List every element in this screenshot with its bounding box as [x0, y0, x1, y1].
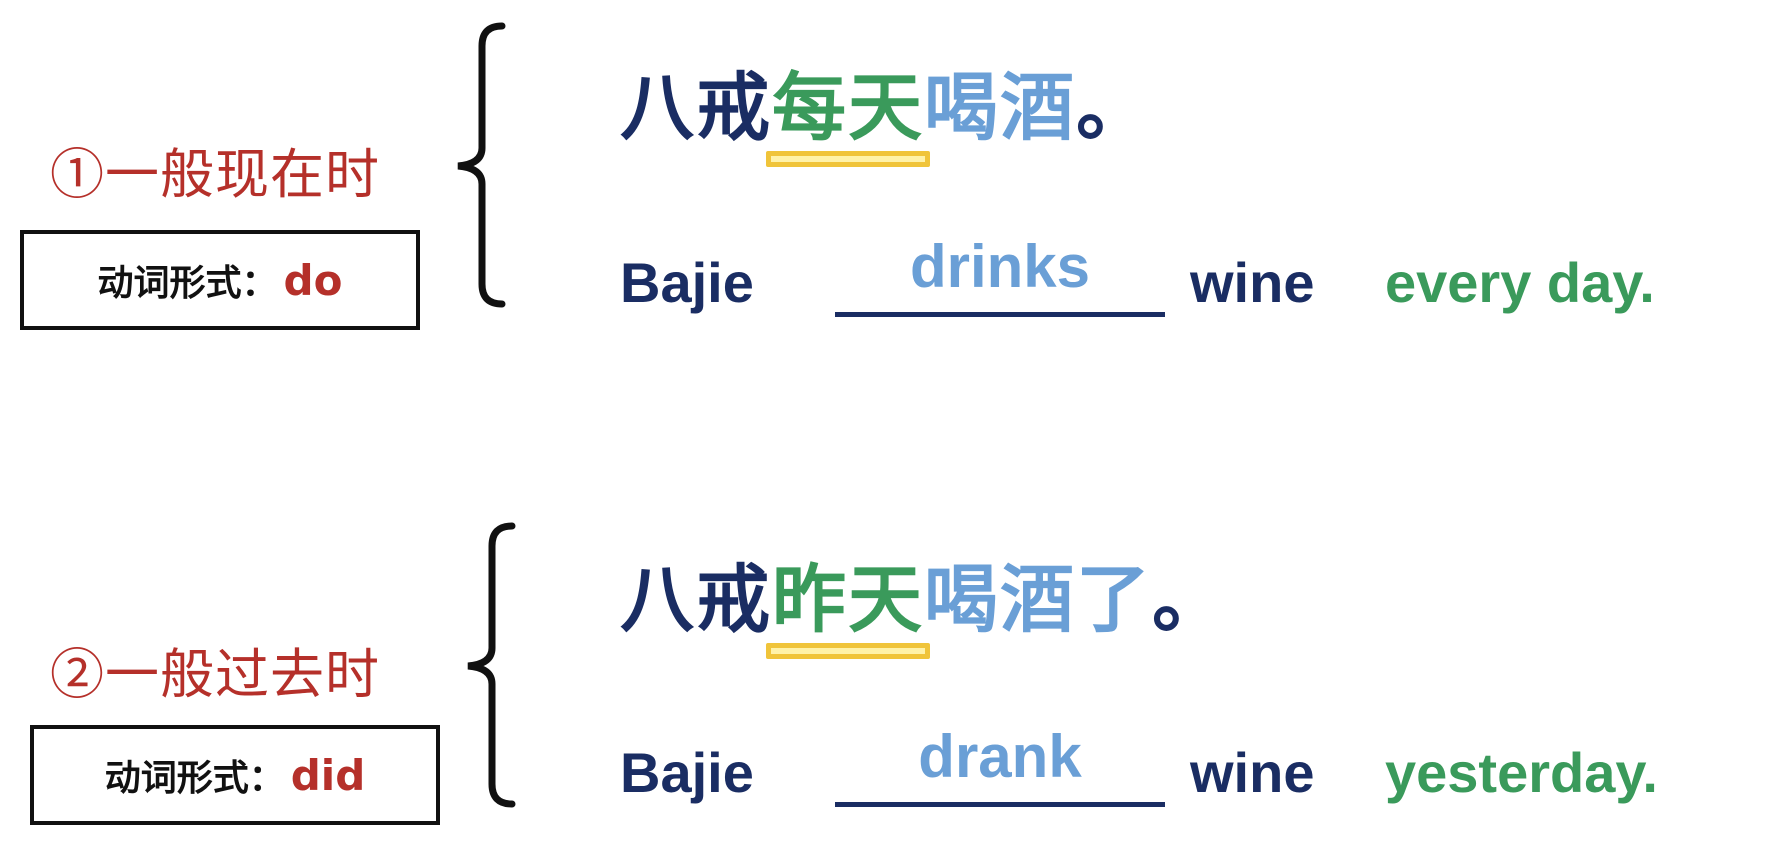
cn-time-word: 昨天: [766, 540, 930, 659]
verb-form-value: did: [290, 750, 366, 800]
cn-verb: 喝酒: [924, 65, 1076, 151]
cn-end-punct: 。: [1152, 557, 1228, 643]
tense-label-past: ②一般过去时: [50, 643, 380, 706]
en-time-past: yesterday.: [1385, 741, 1658, 804]
verb-answer-present: drinks: [909, 233, 1091, 300]
chinese-sentence-past: 八戒昨天 喝酒了。: [620, 540, 1228, 659]
chinese-sentence-present: 八戒每天 喝酒。: [620, 48, 1152, 167]
verb-form-value: do: [283, 255, 343, 305]
verb-form-label: 动词形式：: [97, 263, 278, 304]
cn-time-word: 每天: [766, 48, 930, 167]
time-highlight-underline: [766, 151, 930, 167]
verb-form-box-past: 动词形式： did: [30, 725, 440, 825]
curly-bracket-past: [460, 520, 520, 810]
cn-subject: 八戒: [620, 557, 772, 643]
en-subject-present: Bajie: [620, 251, 754, 314]
time-highlight-underline: [766, 643, 930, 659]
verb-answer-past: drank: [918, 723, 1082, 790]
answer-blank-line-past: [835, 802, 1165, 807]
en-object-present: wine: [1190, 251, 1315, 314]
en-time-present: every day.: [1385, 251, 1655, 314]
cn-end-punct: 。: [1076, 65, 1152, 151]
verb-form-label: 动词形式：: [104, 758, 285, 799]
verb-form-box-present: 动词形式： do: [20, 230, 420, 330]
answer-blank-line-present: [835, 312, 1165, 317]
cn-subject: 八戒: [620, 65, 772, 151]
en-object-past: wine: [1190, 741, 1315, 804]
tense-label-present: ①一般现在时: [50, 143, 380, 206]
en-subject-past: Bajie: [620, 741, 754, 804]
curly-bracket-present: [450, 20, 510, 310]
cn-verb: 喝酒: [924, 557, 1076, 643]
cn-tail: 了: [1076, 557, 1152, 643]
